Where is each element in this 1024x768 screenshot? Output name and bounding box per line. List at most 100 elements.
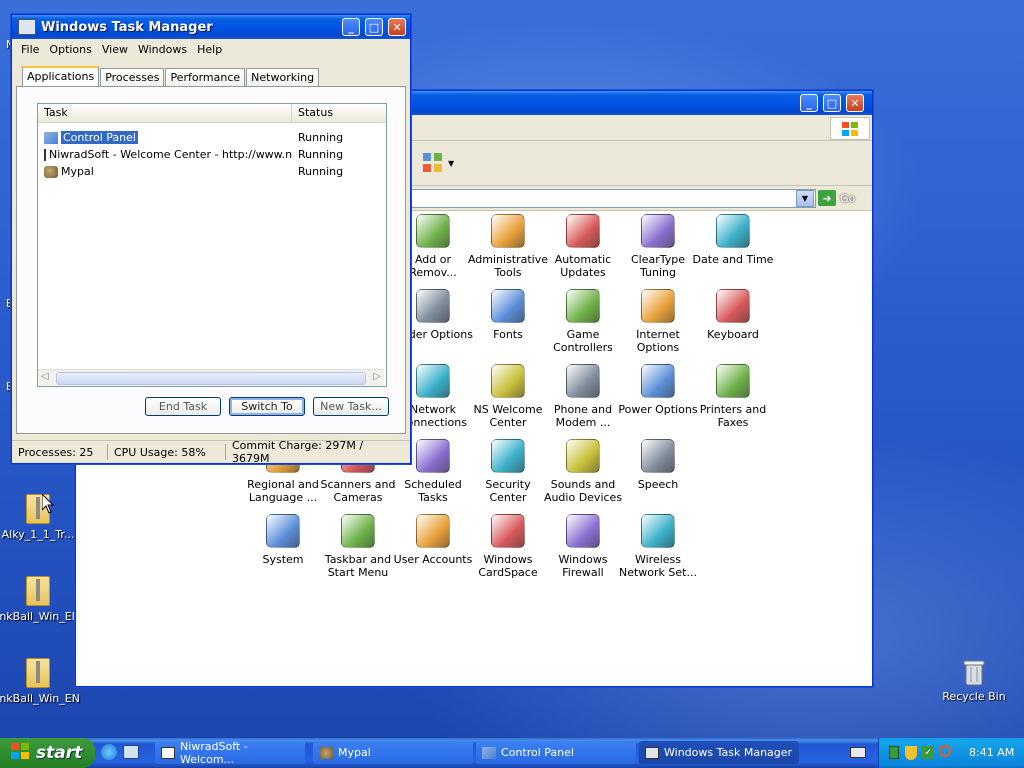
- tray-app-icon[interactable]: [889, 746, 899, 759]
- mypal-icon: [319, 746, 333, 759]
- column-task[interactable]: Task: [38, 104, 292, 122]
- search-icon[interactable]: [939, 745, 951, 757]
- control-panel-item-label: Windows CardSpace: [478, 553, 538, 579]
- taskbar-button-label: Control Panel: [501, 746, 574, 759]
- desktop-icon-inkball-1[interactable]: InkBall_Win_EN: [0, 576, 83, 623]
- control-panel-item[interactable]: Power Options: [617, 364, 699, 416]
- control-panel-item-label: Date and Time: [692, 253, 774, 266]
- network-icon: [416, 364, 450, 398]
- menu-file[interactable]: File: [16, 43, 44, 56]
- menu-options[interactable]: Options: [44, 43, 96, 56]
- control-panel-item-label: Power Options: [618, 403, 698, 416]
- control-panel-item[interactable]: Keyboard: [692, 289, 774, 341]
- control-panel-item-label: Game Controllers: [553, 328, 613, 354]
- control-panel-item-label: Wireless Network Set...: [619, 553, 697, 579]
- scroll-thumb[interactable]: [56, 372, 366, 385]
- tab-networking[interactable]: Networking: [246, 68, 320, 88]
- task-status: Running: [298, 165, 344, 178]
- taskbar-button-niwradsoft[interactable]: NiwradSoft - Welcom...: [155, 740, 305, 766]
- control-panel-item[interactable]: Windows CardSpace: [467, 514, 549, 579]
- table-row[interactable]: Control Panel Running: [38, 129, 386, 146]
- task-name: Mypal: [61, 165, 94, 178]
- table-row[interactable]: Mypal Running: [38, 163, 386, 180]
- table-row[interactable]: NiwradSoft - Welcome Center - http://www…: [38, 146, 386, 163]
- tab-processes[interactable]: Processes: [100, 68, 165, 88]
- control-panel-item[interactable]: Wireless Network Set...: [617, 514, 699, 579]
- desktop-icon-inkball-2[interactable]: InkBall_Win_EN: [0, 658, 83, 705]
- control-panel-item[interactable]: Printers and Faxes: [692, 364, 774, 429]
- new-task-button[interactable]: New Task...: [313, 397, 389, 416]
- applications-panel: Task Status Control Panel Running Niwrad…: [16, 86, 406, 434]
- internet-explorer-icon[interactable]: [101, 744, 117, 760]
- go-arrow-icon: ➜: [818, 190, 836, 206]
- menu-windows[interactable]: Windows: [133, 43, 192, 56]
- minimize-button[interactable]: _: [342, 18, 360, 36]
- taskbar-button-mypal[interactable]: Mypal: [313, 741, 473, 764]
- control-panel-item[interactable]: User Accounts: [392, 514, 474, 566]
- taskbar-button-label: Mypal: [338, 746, 371, 759]
- control-panel-item[interactable]: Date and Time: [692, 214, 774, 266]
- window-icon: [161, 746, 175, 759]
- views-button[interactable]: ▼: [422, 151, 456, 175]
- clock[interactable]: 8:41 AM: [969, 746, 1014, 759]
- wireless-icon: [641, 514, 675, 548]
- control-panel-item[interactable]: NS Welcome Center: [467, 364, 549, 429]
- list-header: Task Status: [38, 104, 386, 123]
- security-shield-icon[interactable]: [905, 746, 917, 760]
- maximize-button[interactable]: □: [823, 94, 841, 112]
- control-panel-item[interactable]: Taskbar and Start Menu: [317, 514, 399, 579]
- tab-performance[interactable]: Performance: [165, 68, 246, 88]
- control-panel-item-label: Scheduled Tasks: [404, 478, 462, 504]
- switch-to-button[interactable]: Switch To: [229, 397, 305, 416]
- cleartype-icon: [641, 214, 675, 248]
- control-panel-item[interactable]: ClearType Tuning: [617, 214, 699, 279]
- task-list[interactable]: Task Status Control Panel Running Niwrad…: [37, 103, 387, 387]
- control-panel-item-label: Security Center: [485, 478, 531, 504]
- mouse-cursor-icon: [41, 492, 55, 517]
- control-panel-item[interactable]: Fonts: [467, 289, 549, 341]
- close-button[interactable]: ✕: [388, 18, 406, 36]
- show-desktop-icon[interactable]: [123, 745, 139, 759]
- system-icon: [266, 514, 300, 548]
- desktop-icon-recycle-bin[interactable]: Recycle Bin: [929, 658, 1019, 703]
- window-title: Windows Task Manager: [41, 19, 213, 35]
- taskbar: start NiwradSoft - Welcom... Mypal Contr…: [0, 738, 1024, 768]
- control-panel-item[interactable]: Administrative Tools: [467, 214, 549, 279]
- checkmark-icon[interactable]: ✓: [922, 746, 934, 759]
- users-icon: [416, 514, 450, 548]
- status-bar: Processes: 25 CPU Usage: 58% Commit Char…: [12, 439, 410, 465]
- control-panel-item[interactable]: Windows Firewall: [542, 514, 624, 579]
- go-button[interactable]: ➜ Go: [818, 188, 855, 208]
- control-panel-item[interactable]: System: [242, 514, 324, 566]
- address-dropdown-button[interactable]: ▼: [796, 190, 814, 207]
- end-task-button[interactable]: End Task: [145, 397, 221, 416]
- taskbar-button-control-panel[interactable]: Control Panel: [476, 741, 636, 764]
- control-panel-item-label: Printers and Faxes: [699, 403, 767, 429]
- keyboard-icon[interactable]: [850, 747, 866, 758]
- menu-view[interactable]: View: [97, 43, 133, 56]
- scroll-right-icon[interactable]: ▷: [373, 371, 381, 382]
- control-panel-item[interactable]: Internet Options: [617, 289, 699, 354]
- horizontal-scrollbar[interactable]: ◁ ▷: [38, 369, 384, 386]
- control-panel-item[interactable]: Security Center: [467, 439, 549, 504]
- control-panel-item-label: Speech: [637, 478, 679, 491]
- maximize-button[interactable]: □: [365, 18, 383, 36]
- scroll-left-icon[interactable]: ◁: [41, 371, 49, 382]
- control-panel-item[interactable]: Phone and Modem ...: [542, 364, 624, 429]
- control-panel-item-label: Automatic Updates: [554, 253, 612, 279]
- control-panel-item[interactable]: Sounds and Audio Devices: [542, 439, 624, 504]
- menu-help[interactable]: Help: [192, 43, 227, 56]
- control-panel-item[interactable]: Speech: [617, 439, 699, 491]
- task-name: Control Panel: [61, 131, 138, 144]
- close-button[interactable]: ✕: [846, 94, 864, 112]
- control-panel-item[interactable]: Automatic Updates: [542, 214, 624, 279]
- printer-icon: [716, 364, 750, 398]
- go-label: Go: [840, 191, 856, 205]
- control-panel-item[interactable]: Game Controllers: [542, 289, 624, 354]
- shield-icon: [491, 439, 525, 473]
- start-button[interactable]: start: [0, 738, 95, 768]
- minimize-button[interactable]: _: [800, 94, 818, 112]
- scheduled-tasks-icon: [416, 439, 450, 473]
- column-status[interactable]: Status: [292, 104, 386, 122]
- taskbar-button-task-manager[interactable]: Windows Task Manager: [639, 741, 799, 764]
